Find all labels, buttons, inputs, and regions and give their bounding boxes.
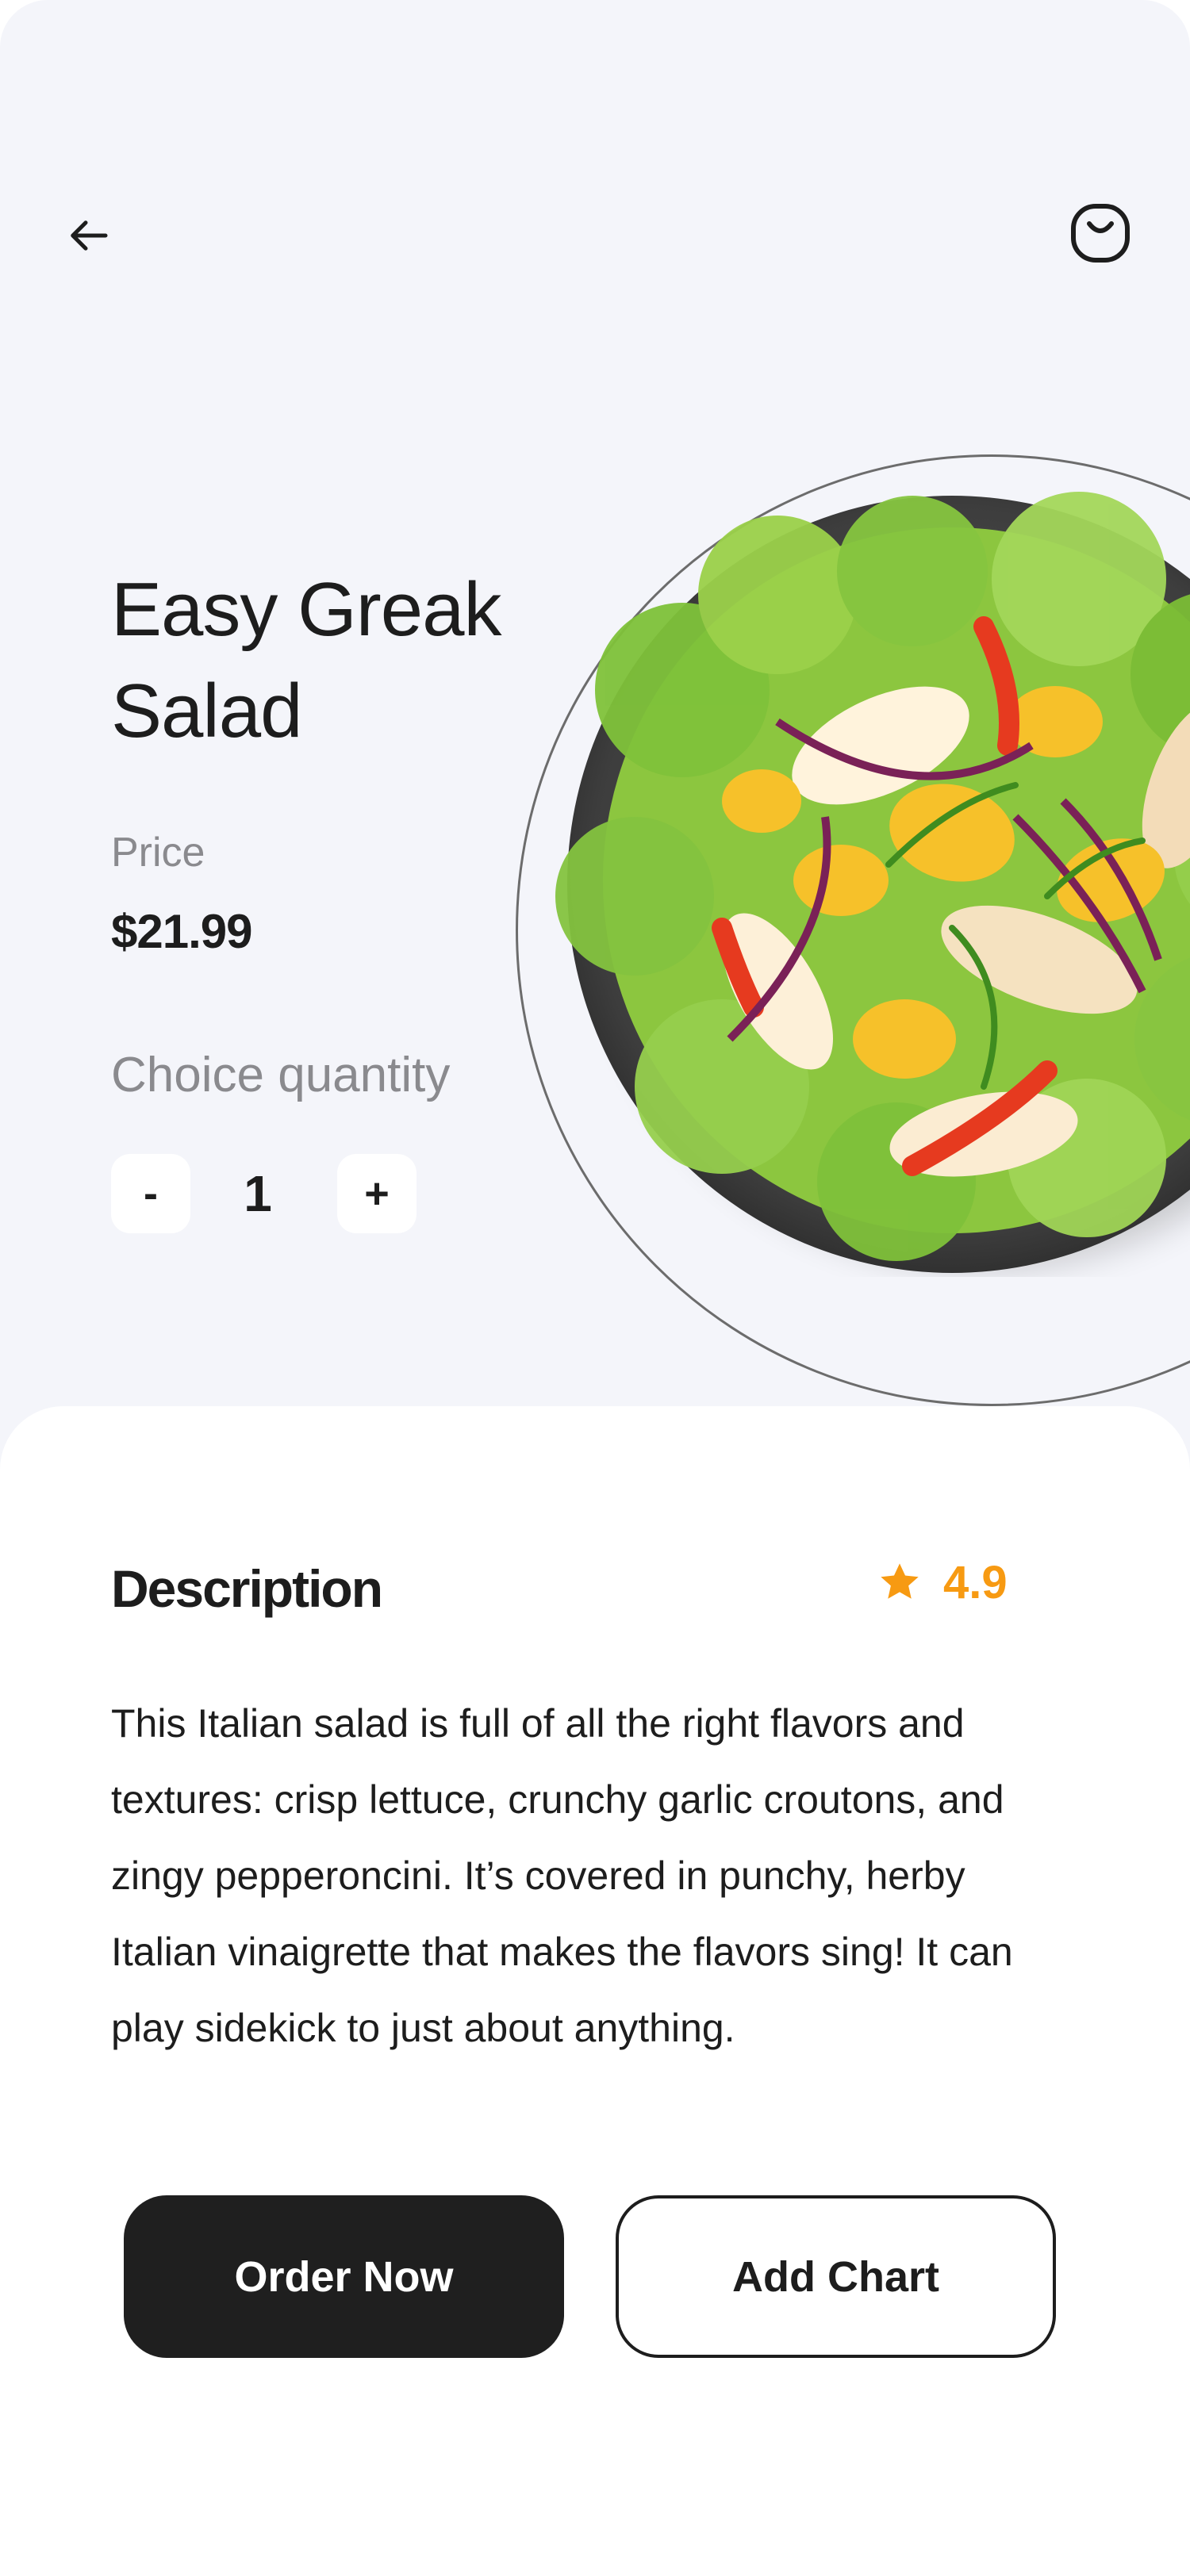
cart-button[interactable] — [1067, 200, 1134, 266]
product-screen: Easy Greak Salad Price $21.99 Choice qua… — [0, 0, 1190, 2576]
rating: 4.9 — [877, 1551, 1008, 1614]
quantity-increment-button[interactable]: + — [337, 1154, 416, 1233]
arrow-left-icon — [71, 220, 108, 251]
rating-value: 4.9 — [943, 1556, 1008, 1608]
quantity-decrement-button[interactable]: - — [111, 1154, 190, 1233]
salad-bowl-image — [555, 492, 1190, 1273]
price-value: $21.99 — [111, 905, 253, 958]
price-label: Price — [111, 830, 205, 876]
back-button[interactable] — [62, 208, 117, 263]
description-text: This Italian salad is full of all the ri… — [111, 1701, 1013, 2050]
description-heading: Description — [111, 1559, 383, 1618]
order-now-button[interactable]: Order Now — [124, 2195, 564, 2358]
product-title: Easy Greak Salad — [111, 567, 502, 753]
add-chart-button[interactable]: Add Chart — [616, 2195, 1056, 2358]
bag-icon — [1071, 204, 1130, 263]
quantity-label: Choice quantity — [111, 1048, 451, 1102]
star-icon — [881, 1563, 919, 1599]
quantity-value: 1 — [244, 1165, 272, 1222]
